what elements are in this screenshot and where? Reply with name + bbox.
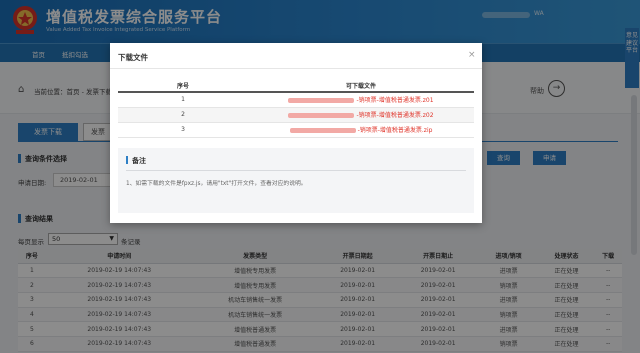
file-download-link[interactable]: -销项票-增值税普通发票.z01 <box>356 97 433 104</box>
file-row: 1 -销项票-增值税普通发票.z01 <box>118 92 474 108</box>
file-cell: -销项票-增值税普通发票.z02 <box>248 107 474 123</box>
dialog-title: 下载文件 <box>118 53 148 62</box>
file-no: 2 <box>118 107 248 123</box>
file-table: 序号 可下载文件 1 -销项票-增值税普通发票.z01 2 -销项票-增值税普通发票.… <box>118 80 474 138</box>
redacted-filename-prefix <box>288 113 355 118</box>
redacted-filename-prefix <box>288 98 355 104</box>
file-download-link[interactable]: -销项票-增值税普通发票.z02 <box>356 112 433 119</box>
file-no: 3 <box>118 122 248 138</box>
note-title: 备注 <box>126 156 146 166</box>
redacted-filename-prefix <box>289 128 356 133</box>
close-icon[interactable]: × <box>468 50 476 60</box>
note-text: 1、如需下载的文件是fpxz.js，请用"txt"打开文件，查看对应的说明。 <box>126 181 307 187</box>
file-cell: -销项票-增值税普通发票.zip <box>248 122 474 138</box>
note-divider <box>126 170 466 171</box>
file-row: 3 -销项票-增值税普通发票.zip <box>118 122 474 138</box>
dialog-divider <box>110 68 482 69</box>
file-row: 2 -销项票-增值税普通发票.z02 <box>118 107 474 123</box>
col-file-name: 可下载文件 <box>248 80 474 93</box>
file-download-link[interactable]: -销项票-增值税普通发票.zip <box>358 127 433 134</box>
file-header-row: 序号 可下载文件 <box>118 80 474 93</box>
download-file-dialog: 下载文件 × 序号 可下载文件 1 -销项票-增值税普通发票.z01 2 -销项票-增… <box>110 43 482 223</box>
col-file-no: 序号 <box>118 80 248 93</box>
file-cell: -销项票-增值税普通发票.z01 <box>248 92 474 108</box>
file-no: 1 <box>118 92 248 108</box>
note-panel: 备注 1、如需下载的文件是fpxz.js，请用"txt"打开文件，查看对应的说明… <box>118 148 474 213</box>
